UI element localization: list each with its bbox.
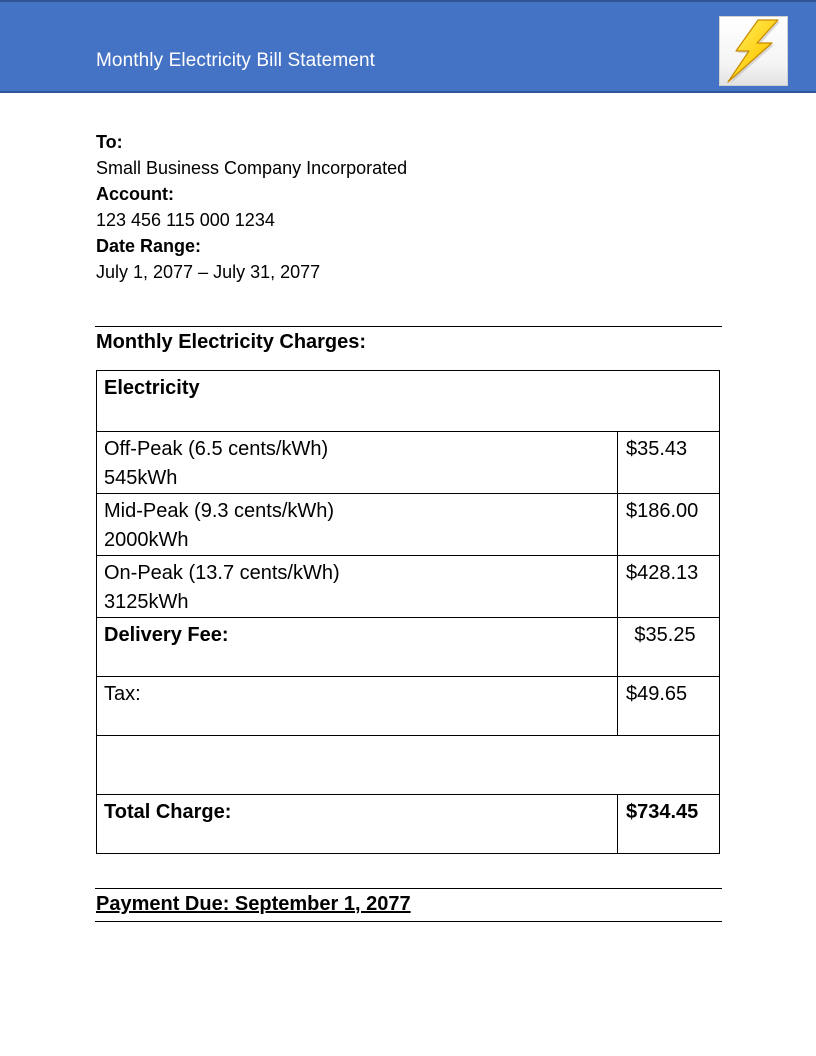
delivery-fee-amount: $35.25 bbox=[617, 617, 720, 677]
charge-amount: $428.13 bbox=[617, 555, 720, 618]
to-label: To: bbox=[96, 132, 123, 152]
divider-payment-bottom bbox=[95, 921, 722, 922]
charge-usage: 545kWh bbox=[104, 467, 178, 489]
charge-label: On-Peak (13.7 cents/kWh) bbox=[104, 562, 340, 584]
charge-label: Mid-Peak (9.3 cents/kWh) bbox=[104, 500, 335, 522]
charge-description: Mid-Peak (9.3 cents/kWh) 2000kWh bbox=[96, 493, 618, 556]
charge-usage: 2000kWh bbox=[104, 529, 189, 551]
table-row bbox=[96, 735, 720, 795]
divider-top bbox=[95, 326, 722, 327]
tax-amount: $49.65 bbox=[617, 676, 720, 736]
table-row: Electricity bbox=[96, 370, 720, 432]
table-row: Mid-Peak (9.3 cents/kWh) 2000kWh $186.00 bbox=[96, 493, 720, 556]
recipient-info: To: Small Business Company Incorporated … bbox=[96, 129, 407, 285]
charge-amount: $186.00 bbox=[617, 493, 720, 556]
account-number: 123 456 115 000 1234 bbox=[96, 210, 275, 230]
header-bar: Monthly Electricity Bill Statement bbox=[0, 0, 816, 93]
charge-description: Off-Peak (6.5 cents/kWh) 545kWh bbox=[96, 431, 618, 494]
tax-label: Tax: bbox=[96, 676, 618, 736]
table-row: Total Charge: $734.45 bbox=[96, 794, 720, 854]
table-row: Delivery Fee: $35.25 bbox=[96, 617, 720, 677]
empty-row bbox=[96, 735, 720, 795]
table-row: On-Peak (13.7 cents/kWh) 3125kWh $428.13 bbox=[96, 555, 720, 618]
date-range-value: July 1, 2077 – July 31, 2077 bbox=[96, 262, 321, 282]
account-label: Account: bbox=[96, 184, 174, 204]
total-label: Total Charge: bbox=[96, 794, 618, 854]
charges-heading: Monthly Electricity Charges: bbox=[96, 331, 367, 353]
charge-amount: $35.43 bbox=[617, 431, 720, 494]
charge-label: Off-Peak (6.5 cents/kWh) bbox=[104, 438, 329, 460]
delivery-fee-label: Delivery Fee: bbox=[96, 617, 618, 677]
total-amount: $734.45 bbox=[617, 794, 720, 854]
table-row: Off-Peak (6.5 cents/kWh) 545kWh $35.43 bbox=[96, 431, 720, 494]
lightning-bolt-icon bbox=[719, 16, 788, 86]
table-row: Tax: $49.65 bbox=[96, 676, 720, 736]
document-title: Monthly Electricity Bill Statement bbox=[96, 50, 375, 71]
divider-payment-top bbox=[95, 888, 722, 889]
section-title: Electricity bbox=[96, 370, 720, 432]
payment-due: Payment Due: September 1, 2077 bbox=[96, 893, 411, 915]
charge-description: On-Peak (13.7 cents/kWh) 3125kWh bbox=[96, 555, 618, 618]
charges-table: Electricity Off-Peak (6.5 cents/kWh) 545… bbox=[96, 370, 720, 854]
date-range-label: Date Range: bbox=[96, 236, 202, 256]
to-value: Small Business Company Incorporated bbox=[96, 158, 408, 178]
charge-usage: 3125kWh bbox=[104, 591, 189, 613]
lightning-bolt-graphic bbox=[727, 19, 780, 84]
